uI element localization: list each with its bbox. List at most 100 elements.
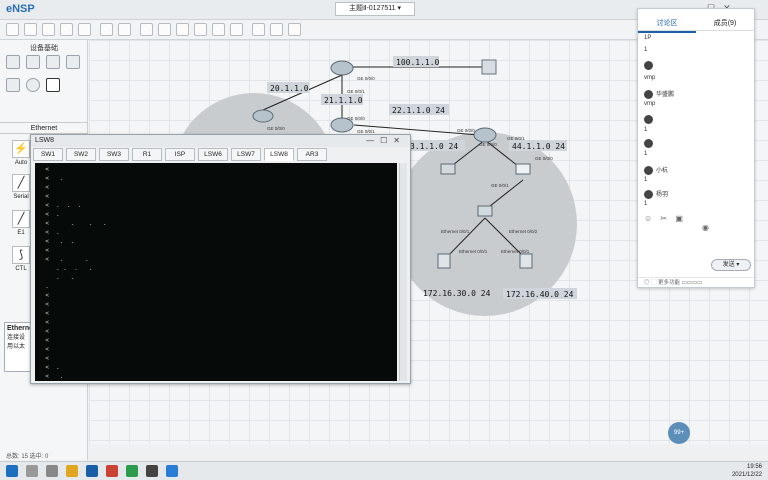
ellipse-tool-button[interactable] xyxy=(230,23,243,36)
start-button[interactable] xyxy=(252,23,265,36)
tab-sw1[interactable]: SW1 xyxy=(33,148,63,161)
search-icon[interactable] xyxy=(26,465,38,477)
save-button[interactable] xyxy=(42,23,55,36)
record-icon[interactable]: ◉ xyxy=(702,223,709,232)
console-cable-icon: ⟆ xyxy=(12,246,30,264)
open-button[interactable] xyxy=(24,23,37,36)
terminal-line: . xyxy=(38,283,49,290)
chat-message: 1 xyxy=(644,177,744,183)
isp-router-icon[interactable] xyxy=(330,60,354,76)
port-label: GE 0/0/1 xyxy=(491,183,509,188)
move-tool-button[interactable] xyxy=(158,23,171,36)
stop-button[interactable] xyxy=(270,23,283,36)
avatar xyxy=(644,115,653,124)
chat-message: vmp xyxy=(644,75,744,81)
terminal-line: < xyxy=(38,328,49,335)
app-icon[interactable] xyxy=(126,465,138,477)
text-tool-button[interactable] xyxy=(194,23,207,36)
terminal-scrollbar[interactable] xyxy=(399,163,407,381)
save-as-button[interactable] xyxy=(60,23,73,36)
redo-button[interactable] xyxy=(118,23,131,36)
document-tab[interactable]: 主题Ⅱ-0127511 ▾ xyxy=(335,2,415,16)
send-button[interactable]: 发送 ▾ xyxy=(711,259,751,271)
scissors-icon[interactable]: ✂ xyxy=(660,214,667,223)
switch-icon[interactable] xyxy=(515,163,531,175)
pc-category-icon[interactable] xyxy=(6,78,20,92)
connection-panel-title: Ethernet xyxy=(0,122,88,134)
chat-sender: 华盛鹏 xyxy=(656,92,675,98)
tab-lsw6[interactable]: LSW6 xyxy=(198,148,228,161)
delete-button[interactable] xyxy=(176,23,189,36)
avatar xyxy=(644,89,653,99)
chat-message: 1 xyxy=(644,201,744,207)
start-icon[interactable] xyxy=(6,465,18,477)
pc-icon[interactable] xyxy=(519,253,533,269)
chat-message: 1P xyxy=(644,35,744,41)
chat-message: vmp xyxy=(644,101,744,107)
cable-icon: ╱ xyxy=(12,210,30,228)
tab-sw2[interactable]: SW2 xyxy=(66,148,96,161)
tab-r1[interactable]: R1 xyxy=(132,148,162,161)
port-label: Ethernet 0/0/1 xyxy=(459,249,488,254)
app-icon[interactable] xyxy=(166,465,178,477)
tab-lsw7[interactable]: LSW7 xyxy=(231,148,261,161)
terminal-line: < . . xyxy=(38,256,89,263)
tab-discussion[interactable]: 讨论区 xyxy=(638,17,696,33)
terminal-line: < . xyxy=(38,211,60,218)
image-icon[interactable]: ▣ xyxy=(675,214,683,223)
tab-ar3[interactable]: AR3 xyxy=(297,148,327,161)
tab-sw3[interactable]: SW3 xyxy=(99,148,129,161)
terminal-window-controls[interactable]: —☐✕ xyxy=(366,135,406,147)
app-icon[interactable] xyxy=(106,465,118,477)
port-label: Ethernet 0/0/2 xyxy=(509,229,538,234)
undo-button[interactable] xyxy=(100,23,113,36)
port-label: GE 0/0/0 xyxy=(457,128,475,133)
firewall-category-icon[interactable] xyxy=(66,55,80,69)
avatar xyxy=(644,139,653,148)
terminal-line: < xyxy=(38,355,49,362)
folder-icon[interactable] xyxy=(66,465,78,477)
print-button[interactable] xyxy=(78,23,91,36)
terminal-line: < xyxy=(38,301,49,308)
port-label: GE 0/0/0 xyxy=(535,156,553,161)
capture-button[interactable] xyxy=(288,23,301,36)
chat-text: 1 xyxy=(644,127,648,133)
select-tool-button[interactable] xyxy=(140,23,153,36)
wlan-category-icon[interactable] xyxy=(46,55,60,69)
router-category-icon[interactable] xyxy=(6,55,20,69)
status-bar: 总数: 15 选中: 0 xyxy=(6,454,49,460)
conn-label: Serial xyxy=(13,194,29,200)
chat-sender: 小杭 xyxy=(656,168,669,174)
server-icon[interactable] xyxy=(481,59,497,75)
avatar xyxy=(644,189,653,199)
emoji-icon[interactable]: ☺ xyxy=(644,214,652,223)
router-icon[interactable] xyxy=(473,127,497,143)
rect-tool-button[interactable] xyxy=(212,23,225,36)
chat-text: 1 xyxy=(644,177,648,183)
terminal-line: < . xyxy=(38,175,64,182)
terminal-screen[interactable]: < < . < < < . . . < . < . . . < . < . . … xyxy=(35,163,397,381)
pc-icon[interactable] xyxy=(437,253,451,269)
tab-members[interactable]: 成员(9) xyxy=(696,17,754,31)
tab-lsw8[interactable]: LSW8 xyxy=(264,148,294,161)
new-topology-button[interactable] xyxy=(6,23,19,36)
router-icon[interactable] xyxy=(252,109,274,123)
system-clock[interactable]: 19:56 2021/12/22 xyxy=(732,463,762,479)
port-label: Ethernet 0/0/1 xyxy=(501,249,530,254)
cable-category-icon[interactable] xyxy=(46,78,60,92)
tab-isp[interactable]: ISP xyxy=(165,148,195,161)
floating-chat-button[interactable]: 99+ xyxy=(668,422,690,444)
switch-category-icon[interactable] xyxy=(26,55,40,69)
switch-icon[interactable] xyxy=(477,205,493,217)
switch-icon[interactable] xyxy=(440,163,456,175)
task-view-icon[interactable] xyxy=(46,465,58,477)
chat-message: 小杭 xyxy=(644,165,744,175)
app-icon[interactable] xyxy=(86,465,98,477)
app-icon[interactable] xyxy=(146,465,158,477)
subnet-label: 22.1.1.0 24 xyxy=(392,106,445,115)
port-label: GE 0/0/0 xyxy=(347,116,365,121)
terminal-line: < . . . xyxy=(38,220,107,227)
port-label: GE 0/0/1 xyxy=(347,89,365,94)
terminal-line: < xyxy=(38,184,49,191)
cloud-category-icon[interactable] xyxy=(26,78,40,92)
